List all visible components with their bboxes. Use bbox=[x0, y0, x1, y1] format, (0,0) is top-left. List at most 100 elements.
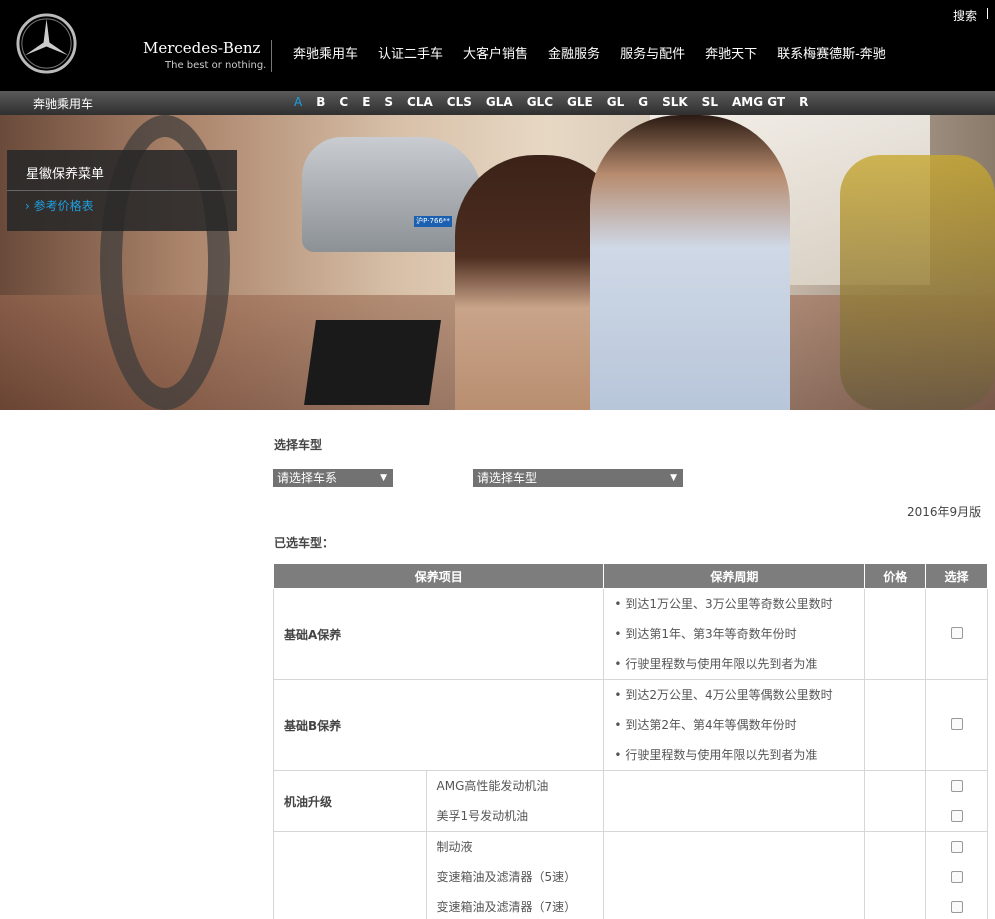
top-header: Mercedes-Benz The best or nothing. 奔驰乘用车… bbox=[0, 0, 995, 91]
chevron-right-icon: › bbox=[25, 199, 34, 213]
price-cell bbox=[864, 770, 927, 832]
nav-item-service[interactable]: 服务与配件 bbox=[620, 43, 685, 62]
checkbox-row bbox=[926, 832, 987, 862]
sub-item: 制动液 bbox=[436, 840, 473, 854]
series-select-value: 请选择车系 bbox=[277, 471, 338, 485]
model-select[interactable]: 请选择车型 ▼ bbox=[473, 469, 683, 487]
nav-item-contact[interactable]: 联系梅赛德斯-奔驰 bbox=[777, 43, 886, 62]
model-cls[interactable]: CLS bbox=[447, 95, 472, 109]
checkbox-row bbox=[926, 771, 987, 801]
model-a[interactable]: A bbox=[294, 95, 302, 109]
model-c[interactable]: C bbox=[339, 95, 348, 109]
row-name: 基础B保养 bbox=[272, 679, 605, 771]
side-menu-divider bbox=[7, 190, 237, 191]
period-cell: • 到达1万公里、3万公里等奇数公里数时 • 到达第1年、第3年等奇数年份时 •… bbox=[603, 588, 866, 680]
select-cell bbox=[925, 831, 988, 919]
model-slk[interactable]: SLK bbox=[662, 95, 688, 109]
select-heading: 选择车型 bbox=[274, 438, 323, 452]
period-line: • 行驶里程数与使用年限以先到者为准 bbox=[614, 748, 818, 762]
model-gla[interactable]: GLA bbox=[486, 95, 513, 109]
mercedes-star-logo-icon[interactable] bbox=[15, 12, 78, 75]
checkbox-row bbox=[926, 862, 987, 892]
model-sl[interactable]: SL bbox=[702, 95, 718, 109]
model-bar-title: 奔驰乘用车 bbox=[33, 97, 94, 111]
table-header-row: 保养项目 保养周期 价格 选择 bbox=[272, 563, 988, 589]
hero-license-plate: 沪P·766** bbox=[414, 216, 452, 227]
row-name: 基础A保养 bbox=[272, 588, 605, 680]
header-price: 价格 bbox=[864, 563, 927, 589]
select-checkbox[interactable] bbox=[950, 841, 963, 853]
model-amg-gt[interactable]: AMG GT bbox=[732, 95, 785, 109]
select-checkbox[interactable] bbox=[950, 626, 963, 639]
model-bar: 奔驰乘用车 A B C E S CLA CLS GLA GLC GLE GL G… bbox=[0, 91, 995, 115]
model-g[interactable]: G bbox=[638, 95, 648, 109]
checkbox-row bbox=[926, 801, 987, 831]
select-checkbox[interactable] bbox=[950, 780, 963, 792]
sub-item: 美孚1号发动机油 bbox=[436, 809, 529, 823]
select-cell bbox=[925, 770, 988, 832]
model-gle[interactable]: GLE bbox=[567, 95, 593, 109]
sub-items-cell: 制动液 变速箱油及滤清器（5速） 变速箱油及滤清器（7速） bbox=[425, 831, 605, 919]
select-cell bbox=[925, 588, 988, 680]
search-link[interactable]: 搜索 bbox=[953, 7, 977, 24]
model-gl[interactable]: GL bbox=[607, 95, 625, 109]
price-cell bbox=[864, 679, 927, 771]
model-select-value: 请选择车型 bbox=[477, 471, 538, 485]
model-list: A B C E S CLA CLS GLA GLC GLE GL G SLK S… bbox=[294, 95, 822, 109]
period-cell bbox=[603, 770, 866, 832]
model-glc[interactable]: GLC bbox=[527, 95, 553, 109]
model-b[interactable]: B bbox=[316, 95, 325, 109]
period-line: • 到达1万公里、3万公里等奇数公里数时 bbox=[614, 597, 833, 611]
brand-tagline: The best or nothing. bbox=[165, 60, 267, 71]
nav-item-financial[interactable]: 金融服务 bbox=[548, 43, 600, 62]
dropdown-arrow-icon: ▼ bbox=[670, 473, 677, 483]
side-menu-item-label: 参考价格表 bbox=[33, 199, 94, 213]
nav-item-passenger-cars[interactable]: 奔驰乘用车 bbox=[293, 43, 358, 62]
table-row: 机油升级 AMG高性能发动机油 美孚1号发动机油 bbox=[273, 770, 988, 832]
nav-item-certified-used[interactable]: 认证二手车 bbox=[378, 43, 443, 62]
series-select[interactable]: 请选择车系 ▼ bbox=[273, 469, 393, 487]
search-divider bbox=[987, 8, 988, 19]
header-period: 保养周期 bbox=[603, 563, 866, 589]
brand-name: Mercedes-Benz bbox=[143, 39, 261, 57]
nav-item-fleet-sales[interactable]: 大客户销售 bbox=[463, 43, 528, 62]
main-nav: 奔驰乘用车 认证二手车 大客户销售 金融服务 服务与配件 奔驰天下 联系梅赛德斯… bbox=[293, 43, 906, 62]
period-line: • 到达2万公里、4万公里等偶数公里数时 bbox=[614, 688, 833, 702]
model-s[interactable]: S bbox=[384, 95, 393, 109]
side-menu: 星徽保养菜单 › 参考价格表 bbox=[7, 150, 237, 231]
sub-item: AMG高性能发动机油 bbox=[436, 779, 549, 793]
hero-equipment bbox=[840, 155, 995, 410]
side-menu-item-price-list[interactable]: › 参考价格表 bbox=[25, 197, 94, 214]
dropdown-arrow-icon: ▼ bbox=[380, 473, 387, 483]
table-row: 基础A保养 • 到达1万公里、3万公里等奇数公里数时 • 到达第1年、第3年等奇… bbox=[272, 588, 988, 680]
model-e[interactable]: E bbox=[362, 95, 370, 109]
period-cell bbox=[603, 831, 866, 919]
edition-label: 2016年9月版 bbox=[907, 505, 982, 519]
select-cell bbox=[925, 679, 988, 771]
select-checkbox[interactable] bbox=[950, 901, 963, 913]
select-checkbox[interactable] bbox=[950, 871, 963, 883]
select-checkbox[interactable] bbox=[950, 810, 963, 822]
sub-items-cell: AMG高性能发动机油 美孚1号发动机油 bbox=[425, 770, 605, 832]
maintenance-table: 保养项目 保养周期 价格 选择 基础A保养 • 到达1万公里、3万公里等奇数公里… bbox=[272, 563, 988, 919]
select-checkbox[interactable] bbox=[950, 717, 963, 730]
period-line: • 到达第1年、第3年等奇数年份时 bbox=[614, 627, 797, 641]
model-cla[interactable]: CLA bbox=[407, 95, 433, 109]
checkbox-row bbox=[926, 892, 987, 919]
model-r[interactable]: R bbox=[799, 95, 808, 109]
period-cell: • 到达2万公里、4万公里等偶数公里数时 • 到达第2年、第4年等偶数年份时 •… bbox=[603, 679, 866, 771]
hero-man bbox=[590, 115, 790, 410]
period-line: • 行驶里程数与使用年限以先到者为准 bbox=[614, 657, 818, 671]
side-menu-title: 星徽保养菜单 bbox=[26, 167, 105, 182]
table-row: 基础B保养 • 到达2万公里、4万公里等偶数公里数时 • 到达第2年、第4年等偶… bbox=[272, 679, 988, 771]
header-select: 选择 bbox=[925, 563, 988, 589]
brand-divider bbox=[271, 40, 272, 72]
row-name bbox=[273, 831, 427, 919]
header-item: 保养项目 bbox=[272, 563, 605, 589]
sub-item: 变速箱油及滤清器（5速） bbox=[436, 870, 577, 884]
sub-item: 变速箱油及滤清器（7速） bbox=[436, 900, 577, 914]
table-row: 制动液 变速箱油及滤清器（5速） 变速箱油及滤清器（7速） bbox=[273, 831, 988, 919]
nav-item-world[interactable]: 奔驰天下 bbox=[705, 43, 757, 62]
row-name: 机油升级 bbox=[273, 770, 427, 832]
hero-laptop bbox=[304, 320, 441, 405]
